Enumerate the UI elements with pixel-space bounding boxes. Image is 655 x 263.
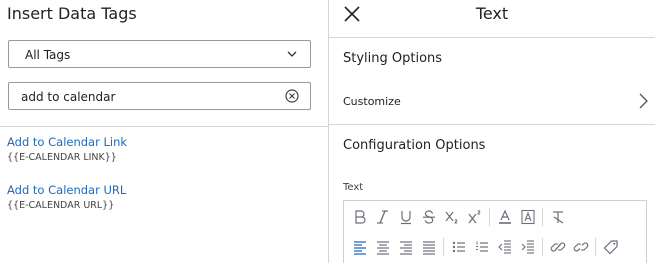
toolbar-row bbox=[348, 205, 569, 229]
list-item[interactable]: Add to Calendar Link {{E-CALENDAR LINK}} bbox=[7, 135, 127, 163]
toolbar-separator bbox=[489, 208, 490, 226]
outdent-icon[interactable] bbox=[493, 236, 516, 258]
customize-label: Customize bbox=[343, 95, 401, 108]
tag-filter-value: All Tags bbox=[25, 48, 71, 62]
data-tag-link[interactable]: Add to Calendar Link bbox=[7, 135, 127, 149]
panel-title: Insert Data Tags bbox=[7, 4, 137, 23]
toolbar-row bbox=[348, 235, 622, 259]
underline-icon[interactable] bbox=[394, 206, 417, 228]
background-color-icon[interactable] bbox=[516, 206, 539, 228]
toolbar-separator bbox=[542, 208, 543, 226]
unlink-icon[interactable] bbox=[569, 236, 592, 258]
data-tag-code: {{E-CALENDAR URL}} bbox=[7, 200, 115, 211]
link-icon[interactable] bbox=[546, 236, 569, 258]
toolbar-separator bbox=[542, 238, 543, 256]
text-properties-panel: Text Styling Options Customize Configura… bbox=[329, 0, 655, 263]
italic-icon[interactable] bbox=[371, 206, 394, 228]
chevron-right-icon bbox=[639, 93, 648, 109]
customize-row[interactable]: Customize bbox=[329, 86, 655, 116]
panel-title: Text bbox=[475, 4, 509, 23]
data-tag-link[interactable]: Add to Calendar URL bbox=[7, 183, 126, 197]
superscript-icon[interactable] bbox=[463, 206, 486, 228]
divider bbox=[0, 126, 328, 127]
tag-search-input[interactable] bbox=[21, 88, 271, 105]
numbered-list-icon[interactable] bbox=[470, 236, 493, 258]
toolbar-separator bbox=[443, 238, 444, 256]
tag-search-field[interactable] bbox=[8, 82, 311, 110]
tag-filter-select[interactable]: All Tags bbox=[8, 40, 311, 68]
align-left-icon[interactable] bbox=[348, 236, 371, 258]
align-right-icon[interactable] bbox=[394, 236, 417, 258]
font-color-icon[interactable] bbox=[493, 206, 516, 228]
rich-text-editor[interactable] bbox=[343, 200, 647, 263]
chevron-down-icon bbox=[287, 51, 297, 57]
subscript-icon[interactable] bbox=[440, 206, 463, 228]
tag-icon[interactable] bbox=[599, 236, 622, 258]
divider bbox=[329, 37, 655, 38]
insert-data-tags-panel: Insert Data Tags All Tags Add to Calenda… bbox=[0, 0, 328, 263]
styling-options-heading: Styling Options bbox=[343, 51, 443, 66]
indent-icon[interactable] bbox=[516, 236, 539, 258]
list-item[interactable]: Add to Calendar URL {{E-CALENDAR URL}} bbox=[7, 183, 126, 211]
data-tag-code: {{E-CALENDAR LINK}} bbox=[7, 152, 117, 163]
divider bbox=[329, 124, 655, 125]
text-field-label: Text bbox=[343, 182, 364, 193]
clear-formatting-icon[interactable] bbox=[546, 206, 569, 228]
toolbar-separator bbox=[595, 238, 596, 256]
clear-search-icon[interactable] bbox=[285, 89, 299, 103]
strikethrough-icon[interactable] bbox=[417, 206, 440, 228]
align-justify-icon[interactable] bbox=[417, 236, 440, 258]
bold-icon[interactable] bbox=[348, 206, 371, 228]
align-center-icon[interactable] bbox=[371, 236, 394, 258]
bulleted-list-icon[interactable] bbox=[447, 236, 470, 258]
configuration-options-heading: Configuration Options bbox=[343, 138, 486, 153]
